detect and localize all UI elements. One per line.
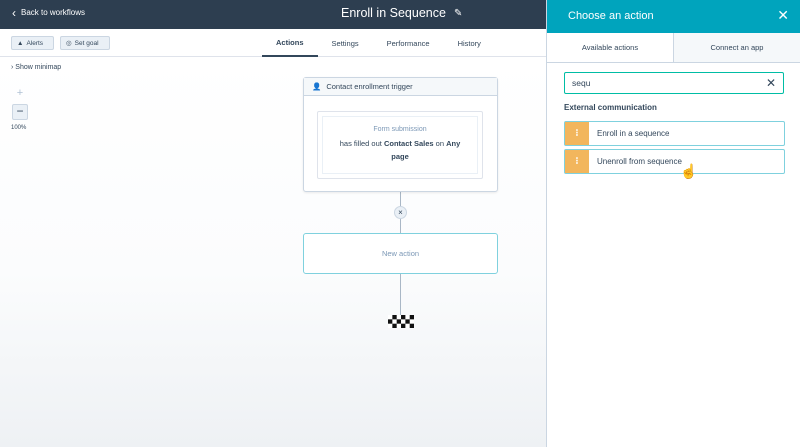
- tab-actions[interactable]: Actions: [262, 29, 318, 57]
- trigger-form-name: Contact Sales: [383, 139, 434, 148]
- set-goal-label: Set goal: [74, 39, 99, 47]
- action-search: ✕: [564, 72, 784, 94]
- tab-connect-an-app[interactable]: Connect an app: [673, 33, 800, 62]
- target-icon: ◎: [66, 40, 72, 47]
- connector-line: [400, 274, 401, 315]
- trigger-type: Form submission: [373, 126, 427, 133]
- workflow-subnav: ▲ Alerts ◎ Set goal Actions Settings Per…: [0, 29, 546, 57]
- panel-close-icon[interactable]: ✕: [777, 7, 789, 24]
- back-to-workflows-link[interactable]: ‹ Back to workflows: [12, 5, 86, 20]
- close-icon[interactable]: ×: [394, 206, 407, 219]
- tab-available-actions[interactable]: Available actions: [547, 33, 673, 62]
- zoom-in-button[interactable]: +: [12, 85, 28, 101]
- action-unenroll-from-sequence[interactable]: ⁝ Unenroll from sequence: [564, 149, 785, 174]
- choose-action-panel: Choose an action ✕ Available actions Con…: [546, 0, 800, 447]
- pencil-icon[interactable]: ✎: [454, 8, 462, 19]
- person-icon: 👤: [312, 82, 322, 91]
- clear-search-icon[interactable]: ✕: [766, 76, 776, 90]
- show-minimap-toggle[interactable]: › Show minimap: [11, 64, 61, 71]
- tab-performance[interactable]: Performance: [373, 29, 444, 57]
- trigger-text-mid: on: [435, 139, 444, 148]
- panel-tabs: Available actions Connect an app: [547, 33, 800, 63]
- show-minimap-label: Show minimap: [15, 64, 62, 71]
- alerts-label: Alerts: [26, 39, 44, 47]
- trigger-filter-inner: Form submission has filled out Contact S…: [322, 116, 478, 174]
- enrollment-trigger-card[interactable]: 👤 Contact enrollment trigger Form submis…: [303, 77, 498, 192]
- top-bar: ‹ Back to workflows Enroll in Sequence ✎: [0, 0, 546, 29]
- workflow-canvas: › Show minimap + − 100% 👤 Contact enroll…: [0, 57, 546, 447]
- workflow-tabs: Actions Settings Performance History: [262, 29, 495, 57]
- trigger-filter-box[interactable]: Form submission has filled out Contact S…: [317, 111, 483, 179]
- trigger-description: has filled out Contact Sales on Any page: [323, 137, 477, 163]
- zoom-out-button[interactable]: −: [12, 104, 28, 120]
- set-goal-button[interactable]: ◎ Set goal: [60, 36, 110, 50]
- trigger-header: 👤 Contact enrollment trigger: [304, 78, 497, 96]
- hand-cursor-icon: ☝: [680, 163, 698, 179]
- warning-icon: ▲: [17, 39, 24, 47]
- sequence-icon: ⁝: [565, 150, 589, 173]
- trigger-text-prefix: has filled out: [339, 139, 382, 148]
- workflow-title-text: Enroll in Sequence: [341, 6, 446, 20]
- chevron-left-icon: ‹: [12, 5, 16, 20]
- action-label: Enroll in a sequence: [597, 129, 670, 138]
- back-link-label: Back to workflows: [21, 8, 86, 17]
- search-input[interactable]: [572, 78, 766, 88]
- section-title: External communication: [564, 103, 657, 112]
- tab-settings[interactable]: Settings: [318, 29, 373, 57]
- alerts-button[interactable]: ▲ Alerts: [11, 36, 54, 50]
- sequence-icon: ⁝: [565, 122, 589, 145]
- zoom-level: 100%: [11, 125, 27, 131]
- action-label: Unenroll from sequence: [597, 157, 682, 166]
- panel-header: Choose an action ✕: [547, 0, 800, 33]
- workflow-title[interactable]: Enroll in Sequence ✎: [341, 6, 462, 20]
- new-action-card[interactable]: New action: [303, 233, 498, 274]
- chevron-right-icon: ›: [11, 64, 14, 71]
- tab-history[interactable]: History: [444, 29, 495, 57]
- panel-title: Choose an action: [568, 10, 654, 22]
- checkered-flag-icon: [388, 315, 414, 328]
- trigger-title: Contact enrollment trigger: [326, 82, 413, 91]
- action-enroll-in-sequence[interactable]: ⁝ Enroll in a sequence: [564, 121, 785, 146]
